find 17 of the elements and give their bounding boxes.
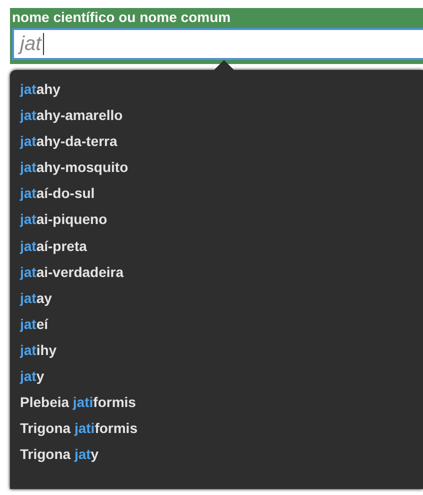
suggestion-item[interactable]: jataí-do-sul: [10, 180, 423, 206]
field-label: nome científico ou nome comum: [12, 8, 232, 27]
suggestion-item[interactable]: Plebeia jatiformis: [10, 389, 423, 416]
suggestion-item[interactable]: jatahy: [10, 76, 423, 102]
suggestion-item[interactable]: jatai-piqueno: [10, 206, 423, 233]
suggestion-item[interactable]: jatay: [10, 284, 423, 311]
suggestion-item[interactable]: jatai-verdadeira: [10, 258, 423, 285]
suggestion-item[interactable]: jataí-preta: [10, 232, 423, 259]
suggestion-item[interactable]: jatahy-da-terra: [10, 128, 423, 154]
suggestion-item[interactable]: jatahy-mosquito: [10, 154, 423, 180]
suggestion-item[interactable]: jateí: [10, 310, 423, 337]
search-field[interactable]: jat: [12, 28, 423, 60]
suggestion-item[interactable]: Trigona jaty: [10, 441, 423, 468]
suggestion-item[interactable]: jatahy-amarello: [10, 102, 423, 128]
suggestion-item[interactable]: jaty: [10, 363, 423, 390]
suggestion-item[interactable]: jatihy: [10, 336, 423, 364]
suggestion-item[interactable]: Trigona jatiformis: [10, 415, 423, 442]
